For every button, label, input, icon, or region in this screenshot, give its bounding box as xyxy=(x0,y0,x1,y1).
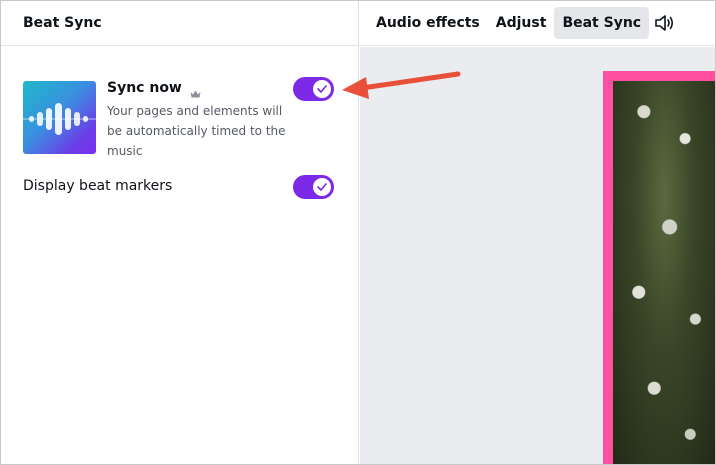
audio-effects-button[interactable]: Audio effects xyxy=(368,7,488,39)
sync-now-row: Sync now Your pages and elements will be… xyxy=(23,80,335,160)
beat-markers-toggle[interactable] xyxy=(293,175,334,199)
sync-now-heading: Sync now xyxy=(107,80,201,97)
beat-sync-button[interactable]: Beat Sync xyxy=(554,6,650,39)
sync-now-description: Your pages and elements will be automati… xyxy=(107,104,286,158)
audio-toolbar: Audio effects Adjust Beat Sync xyxy=(360,0,716,46)
adjust-button[interactable]: Adjust xyxy=(488,7,555,39)
crown-icon xyxy=(190,84,201,97)
panel-header: Beat Sync xyxy=(0,0,358,46)
sync-now-title: Sync now xyxy=(107,80,182,96)
beat-markers-label: Display beat markers xyxy=(23,178,173,194)
sync-now-toggle[interactable] xyxy=(293,77,334,101)
waveform-icon xyxy=(23,81,96,154)
speaker-icon[interactable] xyxy=(653,12,675,34)
design-canvas xyxy=(360,47,716,465)
design-page[interactable] xyxy=(603,71,716,465)
check-icon xyxy=(313,178,331,196)
check-icon xyxy=(313,80,331,98)
page-photo[interactable] xyxy=(613,81,716,465)
annotation-arrow-icon xyxy=(342,71,461,99)
beat-sync-panel: Beat Sync Sync now Your pages and elemen… xyxy=(0,0,359,465)
panel-title: Beat Sync xyxy=(23,14,102,31)
